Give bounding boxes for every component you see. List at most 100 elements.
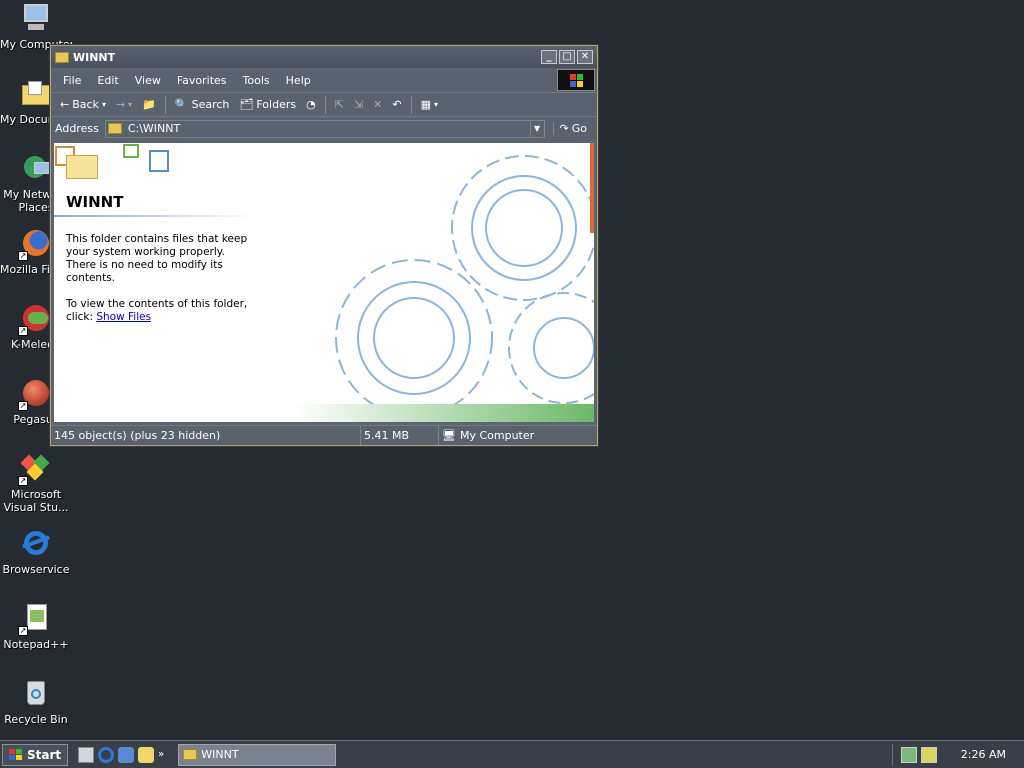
desktop-icon-recycle-bin[interactable]: Recycle Bin (0, 677, 72, 726)
address-bar: Address C:\WINNT ▼ ↷ Go (51, 116, 597, 140)
outlook-express-icon[interactable] (118, 746, 135, 763)
chevron-down-icon: ▾ (128, 100, 133, 109)
standard-toolbar: ← Back ▾ → ▾ 📁 🔍 Search 🗂 Folders ◔ ⇱ ⇲ … (51, 92, 597, 116)
address-field[interactable]: C:\WINNT ▼ (104, 119, 545, 138)
window-title: WINNT (73, 50, 116, 64)
notepad-icon: ↗ (18, 602, 52, 636)
copy-to-button[interactable]: ⇲ (351, 98, 366, 111)
views-icon: ▦ (420, 98, 431, 111)
network-tray-icon[interactable] (900, 746, 917, 763)
clock[interactable]: 2:26 AM (961, 748, 1006, 761)
move-to-icon: ⇱ (334, 98, 344, 111)
show-files-link[interactable]: Show Files (96, 311, 151, 323)
large-folder-icon (66, 155, 98, 179)
chevron-right-icon[interactable]: » (158, 749, 164, 760)
status-size: 5.41 MB (361, 426, 439, 445)
forward-arrow-icon: → (115, 98, 126, 111)
views-button[interactable]: ▦ ▾ (418, 98, 441, 111)
decorative-strip (294, 404, 594, 422)
search-icon: 🔍 (174, 98, 189, 111)
desktop-icon-label: Browservice (2, 563, 70, 576)
info-paragraph: To view the contents of this folder, cli… (66, 298, 256, 324)
forward-button[interactable]: → ▾ (113, 98, 135, 111)
go-label: Go (571, 122, 587, 135)
folder-icon (107, 123, 122, 134)
kmeleon-icon: ↗ (18, 302, 52, 336)
ie-icon[interactable] (98, 746, 115, 763)
taskbar: Start » WINNT 2:26 AM (0, 740, 1024, 768)
chevron-down-icon: ▾ (101, 100, 106, 109)
menu-tools[interactable]: Tools (235, 74, 278, 87)
desktop-icon-notepad[interactable]: ↗ Notepad++ (0, 602, 72, 651)
desktop-icon-browservice[interactable]: Browservice (0, 527, 72, 576)
start-label: Start (27, 747, 62, 762)
search-button[interactable]: 🔍 Search (172, 98, 233, 111)
task-button-winnt[interactable]: WINNT (178, 743, 337, 766)
info-paragraph: This folder contains files that keep you… (66, 233, 248, 284)
start-button[interactable]: Start (2, 743, 69, 766)
back-arrow-icon: ← (60, 98, 70, 111)
desktop-icon-label: Notepad++ (3, 638, 69, 651)
toolbar-separator (324, 95, 326, 114)
menu-favorites[interactable]: Favorites (169, 74, 235, 87)
search-label: Search (191, 98, 230, 111)
status-zone: 🖥 My Computer (439, 426, 597, 445)
undo-button[interactable]: ↶ (389, 98, 404, 111)
delete-button[interactable]: ✕ (370, 98, 385, 111)
delete-icon: ✕ (373, 98, 383, 111)
close-button[interactable]: ✕ (577, 50, 593, 64)
back-button[interactable]: ← Back ▾ (57, 98, 109, 111)
folders-label: Folders (256, 98, 297, 111)
media-icon[interactable] (138, 746, 155, 763)
undo-icon: ↶ (392, 98, 402, 111)
firefox-icon: ↗ (18, 227, 52, 261)
menu-edit[interactable]: Edit (89, 74, 126, 87)
menu-help[interactable]: Help (278, 74, 319, 87)
my-computer-icon (20, 2, 52, 34)
history-button[interactable]: ◔ (303, 98, 319, 111)
show-desktop-icon[interactable] (78, 746, 95, 763)
up-folder-icon: 📁 (142, 98, 156, 111)
info-text: This folder contains files that keep you… (66, 233, 256, 337)
history-icon: ◔ (306, 98, 316, 111)
desktop-icon-label: Microsoft Visual Stu... (3, 488, 69, 514)
windows-flag-icon (9, 748, 23, 761)
maximize-button[interactable]: □ (559, 50, 575, 64)
status-object-count: 145 object(s) (plus 23 hidden) (51, 426, 361, 445)
my-documents-icon (20, 77, 52, 109)
move-to-button[interactable]: ⇱ (332, 98, 347, 111)
title-divider (54, 215, 254, 217)
recycle-bin-icon (20, 677, 52, 709)
address-value: C:\WINNT (127, 122, 181, 135)
visual-studio-icon: ↗ (18, 452, 52, 486)
toolbar-separator (164, 95, 166, 114)
folders-button[interactable]: 🗂 Folders (236, 98, 299, 111)
task-label: WINNT (201, 748, 239, 761)
decorative-edge (590, 143, 594, 233)
up-folder-button[interactable]: 📁 (139, 98, 159, 111)
back-label: Back (72, 98, 99, 111)
desktop-icon-label: Recycle Bin (4, 713, 68, 726)
windows-logo-icon (557, 69, 595, 91)
desktop-icon-my-computer[interactable]: My Computer (0, 2, 72, 51)
chevron-down-icon[interactable]: ▼ (529, 120, 544, 137)
my-computer-icon: 🖥 (442, 429, 456, 442)
status-zone-label: My Computer (459, 429, 535, 442)
title-bar[interactable]: WINNT _ □ ✕ (51, 46, 597, 68)
menu-file[interactable]: File (55, 74, 89, 87)
folders-icon: 🗂 (239, 98, 254, 111)
gears-watermark-icon (335, 155, 594, 417)
volume-tray-icon[interactable] (920, 746, 937, 763)
minimize-button[interactable]: _ (541, 50, 557, 64)
system-tray: 2:26 AM (891, 743, 1024, 766)
ie-icon (20, 527, 52, 559)
desktop-icon-visual-studio[interactable]: ↗ Microsoft Visual Stu... (0, 452, 72, 514)
chevron-down-icon: ▾ (433, 100, 438, 109)
folder-icon (183, 749, 198, 760)
go-arrow-icon: ↷ (559, 122, 569, 135)
menu-view[interactable]: View (127, 74, 169, 87)
show-files-prompt: To view the contents of this folder, cli… (66, 298, 248, 323)
quick-launch: » (78, 746, 164, 763)
folder-title: WINNT (66, 193, 124, 211)
go-button[interactable]: ↷ Go (552, 122, 593, 135)
